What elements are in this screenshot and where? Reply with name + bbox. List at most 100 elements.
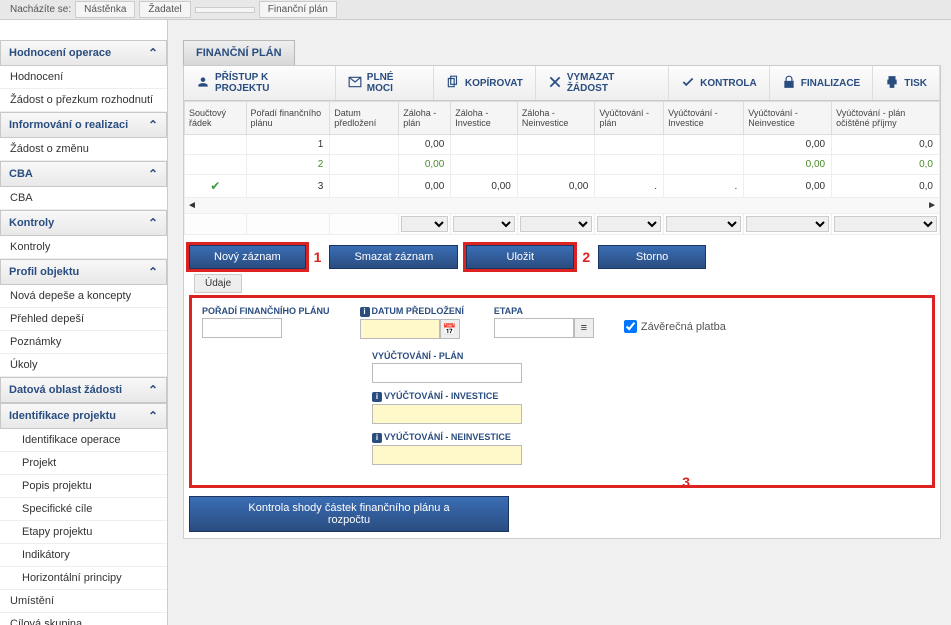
sidebar: Hodnocení operace⌃HodnoceníŽádost o přez… xyxy=(0,20,168,625)
filter-select[interactable] xyxy=(453,216,515,232)
vyuct-plan-label: VYÚČTOVÁNÍ - PLÁN xyxy=(372,351,922,361)
datum-input[interactable] xyxy=(360,319,440,339)
mark-1: 1 xyxy=(314,249,322,265)
filter-select[interactable] xyxy=(401,216,448,232)
breadcrumb-item[interactable]: Žadatel xyxy=(139,1,190,18)
column-header[interactable]: Pořadí finančního plánu xyxy=(246,102,330,135)
sidebar-item[interactable]: Etapy projektu xyxy=(0,521,167,544)
sidebar-item[interactable]: Indikátory xyxy=(0,544,167,567)
check-icon xyxy=(681,75,695,92)
filter-select[interactable] xyxy=(520,216,593,232)
column-header[interactable]: Vyúčtování - plán xyxy=(595,102,664,135)
column-header[interactable]: Součtový řádek xyxy=(185,102,247,135)
chevron-up-icon: ⌃ xyxy=(148,383,158,397)
smazat-zaznam-button[interactable]: Smazat záznam xyxy=(329,245,458,269)
sidebar-header[interactable]: Identifikace projektu⌃ xyxy=(0,403,167,429)
filter-row xyxy=(185,214,940,235)
filter-select[interactable] xyxy=(834,216,937,232)
breadcrumb-item[interactable]: Nástěnka xyxy=(75,1,135,18)
vyuct-inv-input[interactable] xyxy=(372,404,522,424)
column-header[interactable]: Záloha - Investice xyxy=(451,102,518,135)
sidebar-item[interactable]: Poznámky xyxy=(0,331,167,354)
breadcrumb-item[interactable] xyxy=(195,7,255,13)
copy-icon xyxy=(446,75,460,92)
toolbar-check-button[interactable]: KONTROLA xyxy=(669,66,770,100)
zaverecna-label: Závěrečná platba xyxy=(641,321,726,333)
sidebar-item[interactable]: Žádost o změnu xyxy=(0,138,167,161)
poradi-label: POŘADÍ FINANČNÍHO PLÁNU xyxy=(202,306,330,316)
table-row[interactable]: 10,000,000,0 xyxy=(185,135,940,155)
column-header[interactable]: Záloha - plán xyxy=(399,102,451,135)
sidebar-header[interactable]: Hodnocení operace⌃ xyxy=(0,40,167,66)
storno-button[interactable]: Storno xyxy=(598,245,706,269)
toolbar-lock-button[interactable]: FINALIZACE xyxy=(770,66,873,100)
lock-icon xyxy=(782,75,796,92)
mark-2: 2 xyxy=(582,249,590,265)
filter-select[interactable] xyxy=(597,216,661,232)
sidebar-item[interactable]: Popis projektu xyxy=(0,475,167,498)
column-header[interactable]: Vyúčtování - Investice xyxy=(664,102,744,135)
toolbar-x-button[interactable]: VYMAZAT ŽÁDOST xyxy=(536,66,669,100)
toolbar-copy-button[interactable]: KOPÍROVAT xyxy=(434,66,536,100)
tab-financni-plan[interactable]: FINANČNÍ PLÁN xyxy=(183,40,295,65)
tab-udaje[interactable]: Údaje xyxy=(194,274,242,293)
sidebar-header[interactable]: Kontroly⌃ xyxy=(0,210,167,236)
chevron-up-icon: ⌃ xyxy=(148,265,158,279)
sidebar-item[interactable]: Nová depeše a koncepty xyxy=(0,285,167,308)
sidebar-item[interactable]: Hodnocení xyxy=(0,66,167,89)
sidebar-item[interactable]: Identifikace operace xyxy=(0,429,167,452)
form-area: POŘADÍ FINANČNÍHO PLÁNU iDATUM PŘEDLOŽEN… xyxy=(189,295,935,488)
sidebar-item[interactable]: Přehled depeší xyxy=(0,308,167,331)
sidebar-item[interactable]: CBA xyxy=(0,187,167,210)
chevron-up-icon: ⌃ xyxy=(148,167,158,181)
calendar-icon[interactable]: 📅 xyxy=(440,319,460,339)
x-icon xyxy=(548,75,562,92)
table-row[interactable]: ✔30,000,000,00..0,000,0 xyxy=(185,175,940,198)
mail-icon xyxy=(348,75,362,92)
etapa-input[interactable] xyxy=(494,318,574,338)
table-row[interactable]: 20,000,000,0 xyxy=(185,155,940,175)
novy-zaznam-button[interactable]: Nový záznam xyxy=(189,245,306,269)
sidebar-item[interactable]: Horizontální principy xyxy=(0,567,167,590)
chevron-up-icon: ⌃ xyxy=(148,118,158,132)
sidebar-item[interactable]: Projekt xyxy=(0,452,167,475)
datum-label: iDATUM PŘEDLOŽENÍ xyxy=(360,306,464,317)
poradi-input[interactable] xyxy=(202,318,282,338)
sidebar-item[interactable]: Specifické cíle xyxy=(0,498,167,521)
column-header[interactable]: Vyúčtování - plán očištěné příjmy xyxy=(832,102,940,135)
vyuct-inv-label: iVYÚČTOVÁNÍ - INVESTICE xyxy=(372,391,922,402)
column-header[interactable]: Datum předložení xyxy=(330,102,399,135)
sidebar-header[interactable]: Profil objektu⌃ xyxy=(0,259,167,285)
finance-grid: Součtový řádekPořadí finančního plánuDat… xyxy=(184,101,940,235)
sidebar-item[interactable]: Umístění xyxy=(0,590,167,613)
zaverecna-checkbox[interactable] xyxy=(624,320,637,333)
main-content: FINANČNÍ PLÁN PŘÍSTUP K PROJEKTUPLNÉ MOC… xyxy=(168,20,951,625)
toolbar-mail-button[interactable]: PLNÉ MOCI xyxy=(336,66,434,100)
sidebar-item[interactable]: Cílová skupina xyxy=(0,613,167,625)
scroll-right-icon[interactable]: ► xyxy=(927,200,937,211)
sidebar-header[interactable]: Datová oblast žádosti⌃ xyxy=(0,377,167,403)
sidebar-header[interactable]: Informování o realizaci⌃ xyxy=(0,112,167,138)
filter-select[interactable] xyxy=(746,216,829,232)
breadcrumb-item[interactable]: Finanční plán xyxy=(259,1,337,18)
sidebar-item[interactable]: Žádost o přezkum rozhodnutí xyxy=(0,89,167,112)
sidebar-item[interactable]: Kontroly xyxy=(0,236,167,259)
column-header[interactable]: Záloha - Neinvestice xyxy=(517,102,595,135)
list-icon[interactable]: ≡ xyxy=(574,318,594,338)
toolbar-print-button[interactable]: TISK xyxy=(873,66,940,100)
vyuct-plan-input[interactable] xyxy=(372,363,522,383)
toolbar: PŘÍSTUP K PROJEKTUPLNÉ MOCIKOPÍROVATVYMA… xyxy=(184,66,940,101)
filter-select[interactable] xyxy=(666,216,741,232)
vyuct-neinv-label: iVYÚČTOVÁNÍ - NEINVESTICE xyxy=(372,432,922,443)
sidebar-header[interactable]: CBA⌃ xyxy=(0,161,167,187)
kontrola-shody-button[interactable]: Kontrola shody částek finančního plánu a… xyxy=(189,496,509,532)
column-header[interactable]: Vyúčtování - Neinvestice xyxy=(744,102,832,135)
chevron-up-icon: ⌃ xyxy=(148,46,158,60)
sidebar-item[interactable]: Úkoly xyxy=(0,354,167,377)
breadcrumb-label: Nacházíte se: xyxy=(10,4,71,15)
toolbar-users-button[interactable]: PŘÍSTUP K PROJEKTU xyxy=(184,66,336,100)
scroll-left-icon[interactable]: ◄ xyxy=(187,200,197,211)
ulozit-button[interactable]: Uložit xyxy=(466,245,574,269)
vyuct-neinv-input[interactable] xyxy=(372,445,522,465)
breadcrumb: Nacházíte se: Nástěnka Žadatel Finanční … xyxy=(0,0,951,20)
